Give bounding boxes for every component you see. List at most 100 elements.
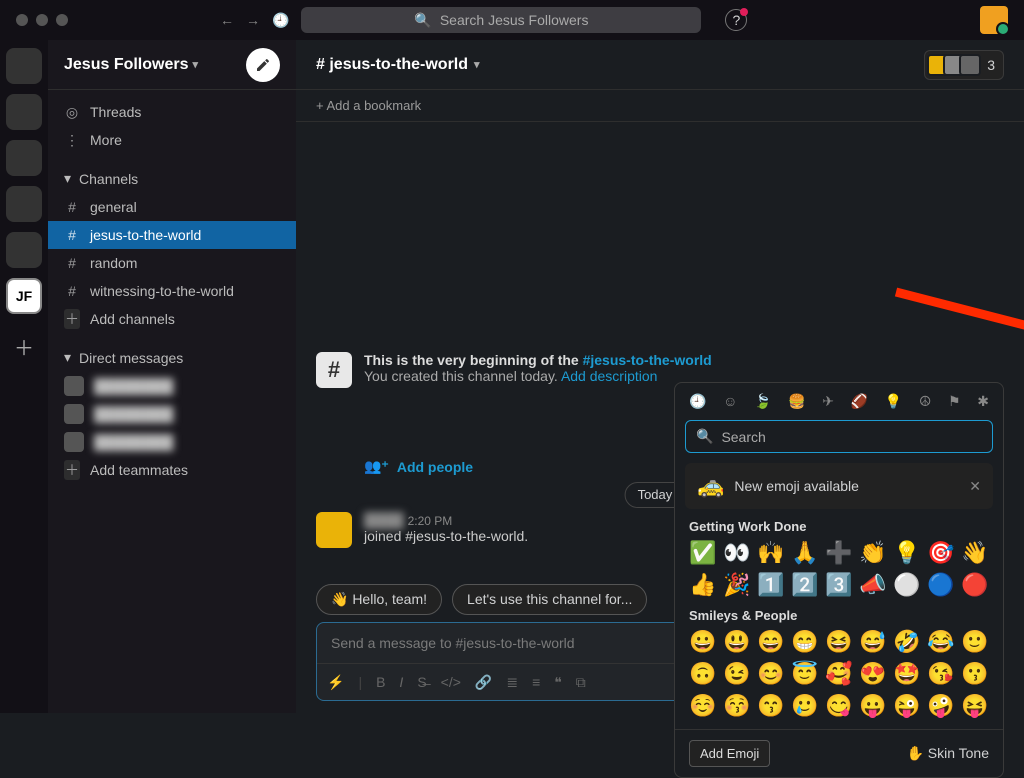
emoji[interactable]: 👋 (961, 540, 989, 566)
compose-button[interactable] (246, 48, 280, 82)
emoji[interactable]: 👏 (859, 540, 887, 566)
emoji[interactable]: 😋 (825, 693, 853, 719)
add-workspace-button[interactable]: ＋ (14, 332, 34, 361)
emoji[interactable]: 🙂 (961, 629, 989, 655)
dm-header[interactable]: ▾Direct messages (48, 343, 296, 372)
members-button[interactable]: 3 (924, 50, 1004, 80)
emoji[interactable]: 🤩 (893, 661, 921, 687)
workspace-tile[interactable] (6, 94, 42, 130)
emoji[interactable]: 🤣 (893, 629, 921, 655)
emoji[interactable]: 👀 (723, 540, 751, 566)
workspace-tile[interactable] (6, 186, 42, 222)
smiley-icon[interactable]: ☺ (723, 393, 737, 410)
emoji[interactable]: 😗 (961, 661, 989, 687)
emoji[interactable]: 🙏 (791, 540, 819, 566)
emoji[interactable]: 💡 (893, 540, 921, 566)
objects-icon[interactable]: 💡 (885, 393, 902, 410)
emoji[interactable]: 😉 (723, 661, 751, 687)
emoji[interactable]: 2️⃣ (791, 572, 819, 598)
emoji[interactable]: 😄 (757, 629, 785, 655)
new-emoji-banner[interactable]: 🚕 New emoji available ✕ (685, 463, 993, 509)
emoji[interactable]: 😛 (859, 693, 887, 719)
emoji[interactable]: 🙃 (689, 661, 717, 687)
channel-jesus-to-the-world[interactable]: #jesus-to-the-world (48, 221, 296, 249)
emoji[interactable]: 👍 (689, 572, 717, 598)
emoji-search-input[interactable]: 🔍 Search (685, 420, 993, 453)
channels-header[interactable]: ▾Channels (48, 164, 296, 193)
lightning-icon[interactable]: ⚡ (327, 674, 344, 691)
flags-icon[interactable]: ⚑ (948, 393, 961, 410)
activity-icon[interactable]: 🏈 (851, 393, 868, 410)
search-input[interactable]: 🔍 Search Jesus Followers (301, 7, 701, 33)
link-icon[interactable]: 🔗 (475, 674, 492, 691)
code-icon[interactable]: </> (441, 674, 461, 690)
dm-item[interactable]: ████████ (48, 428, 296, 456)
emoji[interactable]: 😅 (859, 629, 887, 655)
food-icon[interactable]: 🍔 (788, 393, 805, 410)
channel-witnessing[interactable]: #witnessing-to-the-world (48, 277, 296, 305)
emoji[interactable]: 🙌 (757, 540, 785, 566)
add-teammates-button[interactable]: ＋Add teammates (48, 456, 296, 484)
history-icon[interactable]: 🕘 (272, 12, 289, 29)
channel-random[interactable]: #random (48, 249, 296, 277)
user-avatar[interactable] (980, 6, 1008, 34)
emoji[interactable]: 1️⃣ (757, 572, 785, 598)
emoji[interactable]: 😍 (859, 661, 887, 687)
emoji[interactable]: 🥰 (825, 661, 853, 687)
help-icon[interactable]: ? (725, 9, 747, 31)
dm-item[interactable]: ████████ (48, 400, 296, 428)
add-bookmark-button[interactable]: + Add a bookmark (296, 90, 1024, 122)
emoji[interactable]: 🎯 (927, 540, 955, 566)
more-link[interactable]: ⋮More (48, 126, 296, 154)
workspace-tile[interactable] (6, 232, 42, 268)
add-channels-button[interactable]: ＋Add channels (48, 305, 296, 333)
channel-link[interactable]: #jesus-to-the-world (583, 352, 712, 368)
emoji[interactable]: 😁 (791, 629, 819, 655)
symbols-icon[interactable]: ☮ (919, 393, 932, 410)
add-emoji-button[interactable]: Add Emoji (689, 740, 770, 767)
emoji[interactable]: 🥲 (791, 693, 819, 719)
codeblock-icon[interactable]: ⧉ (576, 674, 586, 691)
custom-icon[interactable]: ✱ (977, 393, 989, 410)
workspace-tile[interactable] (6, 48, 42, 84)
emoji[interactable]: 🔴 (961, 572, 989, 598)
message-avatar[interactable] (316, 512, 352, 548)
travel-icon[interactable]: ✈ (822, 393, 834, 410)
emoji[interactable]: 😂 (927, 629, 955, 655)
add-people-button[interactable]: 👥⁺ Add people (364, 458, 473, 475)
channel-general[interactable]: #general (48, 193, 296, 221)
emoji[interactable]: 3️⃣ (825, 572, 853, 598)
emoji[interactable]: 😜 (893, 693, 921, 719)
emoji[interactable]: ✅ (689, 540, 717, 566)
emoji[interactable]: ⚪ (893, 572, 921, 598)
emoji[interactable]: ☺️ (689, 693, 717, 719)
bold-icon[interactable]: B (376, 674, 385, 690)
back-icon[interactable]: ← (220, 12, 234, 29)
threads-link[interactable]: ◎Threads (48, 98, 296, 126)
workspace-active[interactable]: JF (6, 278, 42, 314)
emoji[interactable]: 😚 (723, 693, 751, 719)
dm-item[interactable]: ████████ (48, 372, 296, 400)
username[interactable]: ████ (364, 512, 404, 528)
emoji[interactable]: 😘 (927, 661, 955, 687)
emoji[interactable]: 🤪 (927, 693, 955, 719)
emoji[interactable]: 😇 (791, 661, 819, 687)
suggestion-chip-hello[interactable]: 👋 Hello, team! (316, 584, 442, 615)
emoji[interactable]: 🔵 (927, 572, 955, 598)
emoji[interactable]: 😙 (757, 693, 785, 719)
quote-icon[interactable]: ❝ (554, 674, 562, 691)
italic-icon[interactable]: I (399, 674, 403, 690)
emoji[interactable]: 📣 (859, 572, 887, 598)
add-description-link[interactable]: Add description (561, 368, 658, 384)
emoji[interactable]: 😊 (757, 661, 785, 687)
emoji[interactable]: 😆 (825, 629, 853, 655)
emoji[interactable]: 😀 (689, 629, 717, 655)
close-icon[interactable]: ✕ (969, 478, 981, 495)
emoji[interactable]: ➕ (825, 540, 853, 566)
emoji[interactable]: 😃 (723, 629, 751, 655)
numlist-icon[interactable]: ≡ (532, 674, 540, 690)
emoji[interactable]: 🎉 (723, 572, 751, 598)
suggestion-chip-use[interactable]: Let's use this channel for... (452, 584, 647, 615)
channel-title[interactable]: # jesus-to-the-world (316, 56, 480, 74)
recent-icon[interactable]: 🕘 (689, 393, 706, 410)
